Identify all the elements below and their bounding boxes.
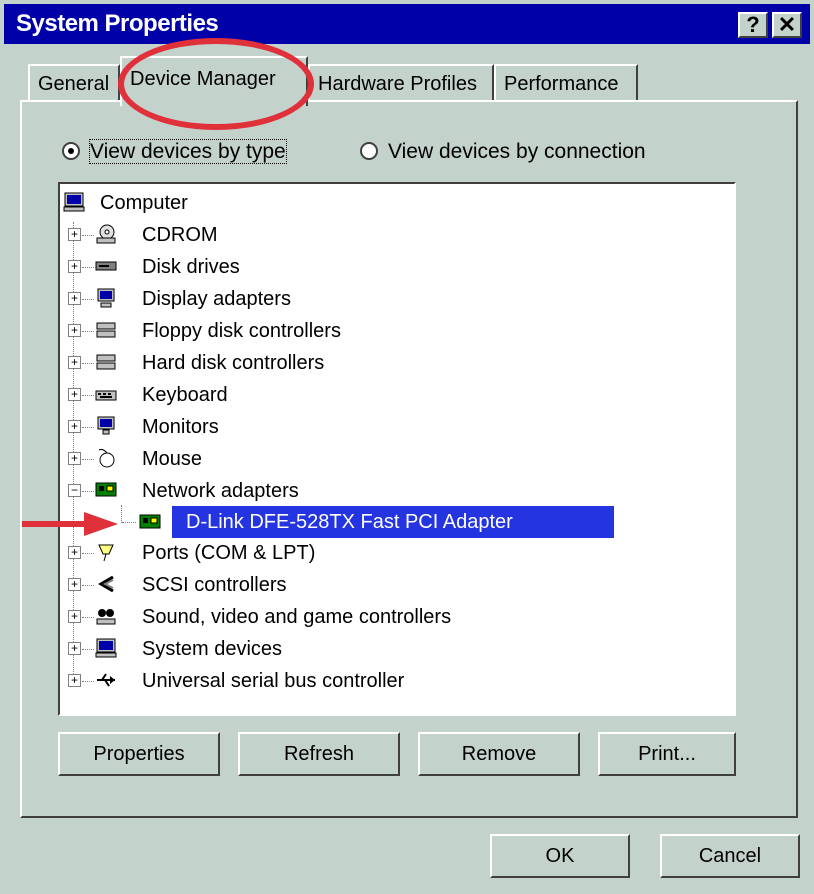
scsi-controller-icon bbox=[94, 574, 118, 596]
radio-selected-icon bbox=[62, 142, 80, 160]
tree-node-label: Keyboard bbox=[142, 384, 228, 406]
cancel-button[interactable]: Cancel bbox=[660, 834, 800, 878]
ok-button[interactable]: OK bbox=[490, 834, 630, 878]
tree-node-dlink-adapter[interactable]: D-Link DFE-528TX Fast PCI Adapter bbox=[172, 506, 614, 538]
port-icon bbox=[94, 542, 118, 564]
close-button[interactable]: ✕ bbox=[772, 12, 802, 38]
tree-node-label: Display adapters bbox=[142, 288, 291, 310]
usb-icon bbox=[94, 670, 118, 692]
expand-icon: + bbox=[68, 324, 81, 337]
monitor-icon bbox=[94, 416, 118, 438]
tree-node-mouse[interactable]: + Mouse bbox=[60, 444, 460, 474]
expand-icon: + bbox=[68, 674, 81, 687]
expand-icon: + bbox=[68, 642, 81, 655]
tree-node-label: Mouse bbox=[142, 448, 203, 470]
tree-node-sound-video-game[interactable]: + Sound, video and game controllers bbox=[60, 602, 520, 632]
network-card-icon bbox=[138, 512, 162, 534]
help-button[interactable]: ? bbox=[738, 12, 768, 38]
network-adapter-icon bbox=[94, 480, 118, 502]
tree-node-disk-drives[interactable]: + Disk drives bbox=[60, 252, 460, 282]
radio-unselected-icon bbox=[360, 142, 378, 160]
view-by-type-radio[interactable]: View devices by type bbox=[62, 139, 287, 164]
tree-node-ports[interactable]: + Ports (COM & LPT) bbox=[60, 538, 460, 568]
tree-node-label: Floppy disk controllers bbox=[142, 320, 341, 342]
tree-node-label: Hard disk controllers bbox=[142, 352, 325, 374]
tree-node-label: CDROM bbox=[142, 224, 218, 246]
tree-node-label: Monitors bbox=[142, 416, 219, 438]
dlink-adapter-icon-wrap bbox=[138, 508, 168, 538]
properties-button[interactable]: Properties bbox=[58, 732, 220, 776]
tree-node-label: Universal serial bus controller bbox=[142, 670, 405, 692]
tree-node-label: System devices bbox=[142, 638, 283, 660]
view-by-connection-radio[interactable]: View devices by connection bbox=[360, 140, 646, 164]
view-by-connection-label: View devices by connection bbox=[388, 140, 646, 163]
tab-general[interactable]: General bbox=[28, 64, 120, 102]
disk-drive-icon bbox=[94, 256, 118, 278]
tree-node-system-devices[interactable]: + System devices bbox=[60, 634, 460, 664]
print-button[interactable]: Print... bbox=[598, 732, 736, 776]
expand-icon: + bbox=[68, 228, 81, 241]
hard-disk-controller-icon bbox=[94, 352, 118, 374]
title-bar: System Properties ? ✕ bbox=[4, 4, 810, 44]
red-arrow-icon bbox=[22, 512, 118, 536]
sound-controller-icon bbox=[94, 606, 118, 628]
computer-icon bbox=[62, 192, 86, 214]
tab-hardware-profiles[interactable]: Hardware Profiles bbox=[308, 64, 494, 102]
tree-node-keyboard[interactable]: + Keyboard bbox=[60, 380, 460, 410]
cdrom-icon bbox=[94, 224, 118, 246]
expand-icon: + bbox=[68, 546, 81, 559]
tab-performance[interactable]: Performance bbox=[494, 64, 638, 102]
expand-icon: + bbox=[68, 356, 81, 369]
tree-line bbox=[122, 522, 136, 523]
expand-icon: + bbox=[68, 610, 81, 623]
tree-node-floppy-disk-controllers[interactable]: + Floppy disk controllers bbox=[60, 316, 460, 346]
view-by-type-label: View devices by type bbox=[89, 139, 287, 164]
tree-node-label: SCSI controllers bbox=[142, 574, 287, 596]
tree-node-display-adapters[interactable]: + Display adapters bbox=[60, 284, 460, 314]
tree-node-label: Disk drives bbox=[142, 256, 240, 278]
tree-node-computer[interactable]: Computer bbox=[60, 188, 360, 218]
expand-icon: + bbox=[68, 420, 81, 433]
tree-node-usb-controller[interactable]: + Universal serial bus controller bbox=[60, 666, 500, 696]
expand-icon: + bbox=[68, 452, 81, 465]
tree-node-label: Sound, video and game controllers bbox=[142, 606, 452, 628]
tree-node-label: Ports (COM & LPT) bbox=[142, 542, 316, 564]
keyboard-icon bbox=[94, 384, 118, 406]
expand-icon: + bbox=[68, 388, 81, 401]
tree-node-cdrom[interactable]: + CDROM bbox=[60, 220, 460, 250]
remove-button[interactable]: Remove bbox=[418, 732, 580, 776]
system-properties-window: System Properties ? ✕ General Device Man… bbox=[0, 0, 814, 894]
tree-node-network-adapters[interactable]: − Network adapters bbox=[60, 476, 460, 506]
tree-node-label: Computer bbox=[100, 192, 188, 214]
tree-node-label: D-Link DFE-528TX Fast PCI Adapter bbox=[186, 511, 513, 533]
refresh-button[interactable]: Refresh bbox=[238, 732, 400, 776]
tree-node-scsi-controllers[interactable]: + SCSI controllers bbox=[60, 570, 460, 600]
system-device-icon bbox=[94, 638, 118, 660]
floppy-controller-icon bbox=[94, 320, 118, 342]
window-title: System Properties bbox=[16, 10, 219, 37]
tree-node-label: Network adapters bbox=[142, 480, 299, 502]
tree-node-monitors[interactable]: + Monitors bbox=[60, 412, 460, 442]
expand-icon: + bbox=[68, 578, 81, 591]
display-adapter-icon bbox=[94, 288, 118, 310]
expand-icon: + bbox=[68, 292, 81, 305]
collapse-icon: − bbox=[68, 484, 81, 497]
expand-icon: + bbox=[68, 260, 81, 273]
highlight-ellipse bbox=[118, 38, 314, 130]
mouse-icon bbox=[94, 448, 118, 470]
tree-node-hard-disk-controllers[interactable]: + Hard disk controllers bbox=[60, 348, 460, 378]
